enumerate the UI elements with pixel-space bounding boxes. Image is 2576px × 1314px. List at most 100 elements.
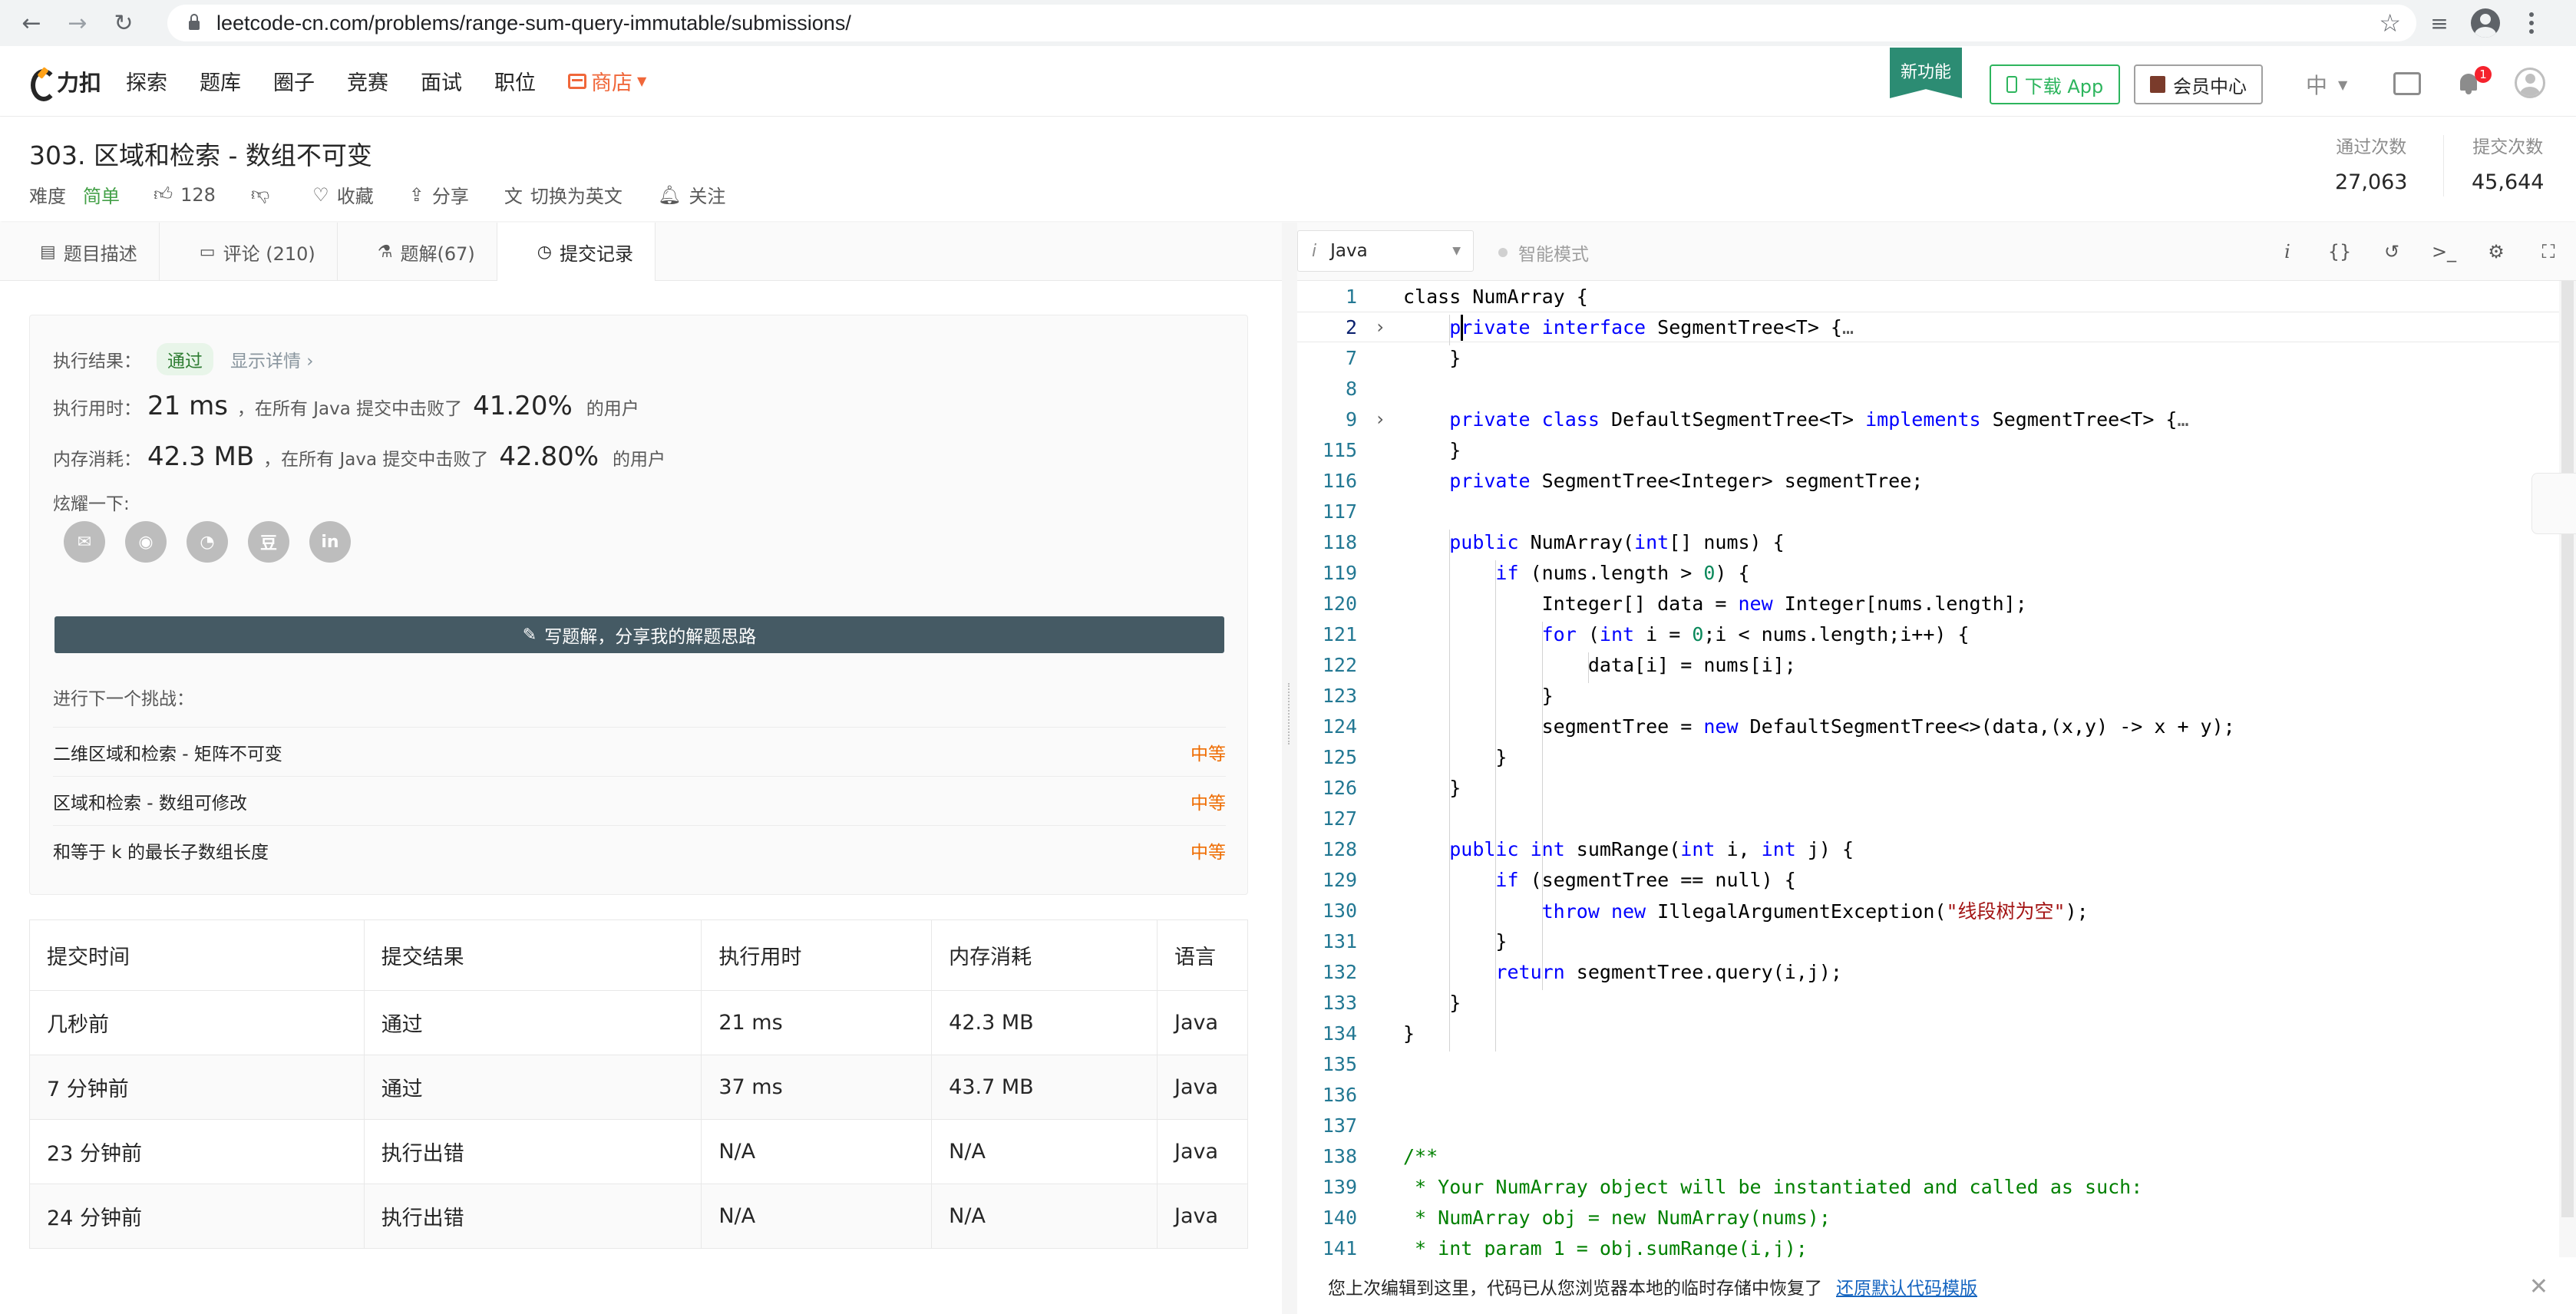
code-line[interactable]: 126 }: [1297, 772, 2559, 803]
code-line[interactable]: 137: [1297, 1110, 2559, 1141]
code-line[interactable]: 132 return segmentTree.query(i,j);: [1297, 956, 2559, 987]
code-line[interactable]: 116 private SegmentTree<Integer> segment…: [1297, 465, 2559, 496]
restore-default-link[interactable]: 还原默认代码模版: [1836, 1273, 1977, 1299]
close-icon[interactable]: ✕: [2529, 1273, 2548, 1300]
address-bar[interactable]: leetcode-cn.com/problems/range-sum-query…: [167, 5, 2416, 41]
switch-language-button[interactable]: 文 切换为英文: [504, 181, 623, 208]
nav-contest[interactable]: 竞赛: [347, 66, 388, 96]
line-number: 125: [1322, 745, 1357, 768]
nav-shop[interactable]: 商店 ▼: [568, 66, 646, 96]
nav-interview[interactable]: 面试: [421, 66, 462, 96]
code-line[interactable]: 118 public NumArray(int[] nums) {: [1297, 527, 2559, 557]
smart-mode-toggle[interactable]: 智能模式: [1498, 239, 1589, 266]
nav-circle[interactable]: 圈子: [273, 66, 315, 96]
playground-icon[interactable]: [2393, 72, 2421, 95]
user-avatar[interactable]: [2515, 68, 2545, 98]
forward-icon[interactable]: →: [60, 5, 95, 41]
code-line[interactable]: 133 }: [1297, 987, 2559, 1018]
menu-kebab-icon[interactable]: [2516, 8, 2547, 38]
nav-jobs[interactable]: 职位: [494, 66, 536, 96]
language-select[interactable]: i Java ▼: [1297, 230, 1474, 272]
linkedin-icon[interactable]: in: [309, 521, 351, 563]
code-line[interactable]: 128 public int sumRange(int i, int j) {: [1297, 834, 2559, 864]
submit-status-link[interactable]: 通过: [363, 990, 702, 1055]
url-text[interactable]: leetcode-cn.com/problems/range-sum-query…: [216, 12, 851, 35]
challenge-item[interactable]: 二维区域和检索 - 矩阵不可变 中等: [53, 727, 1226, 776]
code-line[interactable]: 141 * int param_1 = obj.sumRange(i,j);: [1297, 1233, 2559, 1258]
code-line[interactable]: 127: [1297, 803, 2559, 834]
qq-icon[interactable]: ◔: [187, 521, 228, 563]
format-code-icon[interactable]: {}: [2324, 236, 2355, 267]
submit-runtime: N/A: [701, 1184, 933, 1249]
nav-explore[interactable]: 探索: [126, 66, 167, 96]
share-label: 分享: [431, 186, 469, 207]
code-line[interactable]: 135: [1297, 1048, 2559, 1079]
code-line[interactable]: 117: [1297, 496, 2559, 527]
submit-status-link[interactable]: 执行出错: [363, 1119, 702, 1184]
tab-description[interactable]: ▤ 题目描述: [0, 223, 160, 281]
reload-icon[interactable]: ↻: [106, 5, 141, 41]
submit-time: 几秒前: [29, 990, 365, 1055]
panel-splitter[interactable]: [1282, 223, 1297, 1314]
reading-list-icon[interactable]: ≡: [2424, 8, 2455, 38]
leetcode-logo[interactable]: 力扣: [28, 65, 101, 101]
code-line[interactable]: 120 Integer[] data = new Integer[nums.le…: [1297, 588, 2559, 619]
code-line[interactable]: 131 }: [1297, 926, 2559, 956]
tab-submissions[interactable]: ◷ 提交记录: [497, 223, 656, 282]
dislike-button[interactable]: 👎︎: [251, 183, 277, 206]
code-line[interactable]: 139 * Your NumArray object will be insta…: [1297, 1171, 2559, 1202]
reset-icon[interactable]: ↺: [2376, 236, 2407, 267]
code-line[interactable]: 124 segmentTree = new DefaultSegmentTree…: [1297, 711, 2559, 741]
code-line[interactable]: 129 if (segmentTree == null) {: [1297, 864, 2559, 895]
code-line[interactable]: 122 data[i] = nums[i];: [1297, 649, 2559, 680]
submit-status-link[interactable]: 通过: [363, 1055, 702, 1120]
write-solution-button[interactable]: ✎ 写题解，分享我的解题思路: [54, 616, 1224, 653]
code-line[interactable]: 123 }: [1297, 680, 2559, 711]
collect-button[interactable]: ♡ 收藏: [312, 181, 374, 208]
code-line[interactable]: 2 › private interface SegmentTree<T> {…: [1297, 312, 2559, 342]
share-button[interactable]: ⇪ 分享: [409, 181, 469, 208]
code-line[interactable]: 134}: [1297, 1018, 2559, 1048]
drag-handle-icon[interactable]: [1288, 683, 1291, 744]
language-switch[interactable]: 中 ▼: [2306, 69, 2347, 100]
code-line[interactable]: 9 › private class DefaultSegmentTree<T> i…: [1297, 404, 2559, 434]
douban-icon[interactable]: 豆: [248, 521, 289, 563]
bookmark-star-icon[interactable]: ☆: [2379, 8, 2401, 38]
code-line[interactable]: 8: [1297, 373, 2559, 404]
challenge-item[interactable]: 区域和检索 - 数组可修改 中等: [53, 776, 1226, 825]
show-details-link[interactable]: 显示详情 ›: [230, 346, 314, 372]
terminal-icon[interactable]: >_: [2429, 236, 2459, 267]
code-line[interactable]: 140 * NumArray obj = new NumArray(nums);: [1297, 1202, 2559, 1233]
code-line[interactable]: 125 }: [1297, 741, 2559, 772]
fullscreen-icon[interactable]: ⛶: [2533, 236, 2564, 267]
submit-status-link[interactable]: 执行出错: [363, 1184, 702, 1249]
tab-solutions[interactable]: ⚗ 题解(67): [338, 223, 497, 281]
code-line[interactable]: 119 if (nums.length > 0) {: [1297, 557, 2559, 588]
like-button[interactable]: 👍︎ 128: [154, 183, 216, 206]
code-line[interactable]: 138 /**: [1297, 1141, 2559, 1171]
code-line[interactable]: 1 class NumArray {: [1297, 281, 2559, 312]
settings-icon[interactable]: ⚙: [2481, 236, 2512, 267]
fold-chevron-icon[interactable]: ›: [1357, 316, 1403, 338]
vip-center-button[interactable]: 会员中心: [2134, 64, 2263, 104]
code-line[interactable]: 7 }: [1297, 342, 2559, 373]
code-line[interactable]: 115 }: [1297, 434, 2559, 465]
side-float-button[interactable]: [2531, 473, 2576, 534]
download-app-button[interactable]: 下载 App: [1990, 64, 2120, 104]
info-icon[interactable]: i: [2272, 236, 2303, 267]
tab-comments[interactable]: ▭ 评论 (210): [160, 223, 338, 281]
scrollbar-thumb[interactable]: [2561, 281, 2574, 1217]
code-line[interactable]: 121 for (int i = 0;i < nums.length;i++) …: [1297, 619, 2559, 649]
code-line[interactable]: 136: [1297, 1079, 2559, 1110]
wechat-icon[interactable]: ✉: [64, 521, 105, 563]
fold-chevron-icon[interactable]: ›: [1357, 408, 1403, 430]
back-icon[interactable]: ←: [14, 5, 49, 41]
editor-scrollbar[interactable]: [2559, 281, 2576, 1257]
profile-icon[interactable]: [2470, 8, 2501, 38]
code-line[interactable]: 130 throw new IllegalArgumentException("…: [1297, 895, 2559, 926]
weibo-icon[interactable]: ◉: [125, 521, 167, 563]
nav-problems[interactable]: 题库: [200, 66, 241, 96]
challenge-item[interactable]: 和等于 k 的最长子数组长度 中等: [53, 825, 1226, 874]
follow-button[interactable]: 🔔︎ 关注: [658, 181, 725, 208]
code-editor[interactable]: 1 class NumArray {2 › private interface Se…: [1297, 281, 2576, 1257]
